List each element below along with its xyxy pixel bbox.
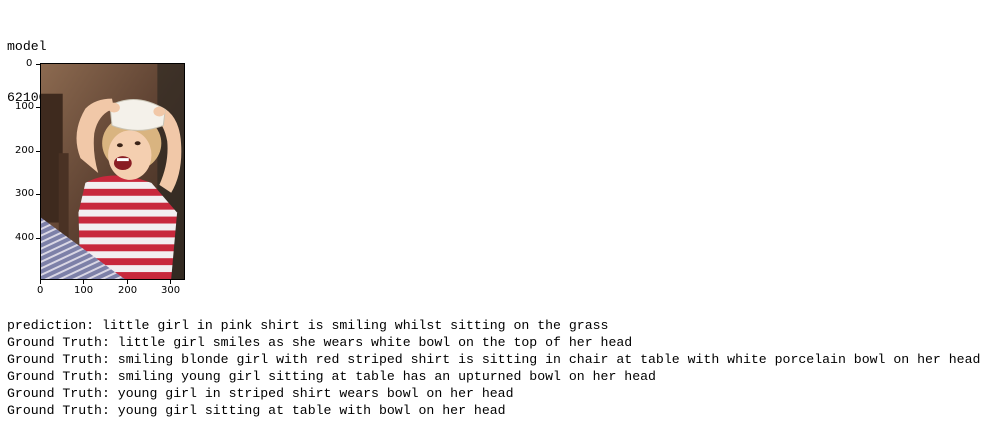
x-tick-label: 0 (37, 285, 44, 296)
caption-list: prediction: little girl in pink shirt is… (7, 317, 997, 419)
y-tick-label: 0 (26, 58, 33, 69)
y-tick-label: 300 (15, 188, 35, 199)
ground-truth-caption: Ground Truth: little girl smiles as she … (7, 335, 633, 350)
x-tick-label: 200 (118, 285, 138, 296)
x-tick-mark (83, 280, 84, 284)
ground-truth-caption: Ground Truth: young girl in striped shir… (7, 386, 514, 401)
x-tick-label: 100 (74, 285, 94, 296)
x-tick-mark (170, 280, 171, 284)
x-tick-label: 300 (161, 285, 181, 296)
y-tick-label: 100 (15, 101, 35, 112)
photo-frame (40, 63, 185, 280)
y-tick-label: 400 (15, 232, 35, 243)
child-photo (41, 64, 184, 279)
x-tick-mark (40, 280, 41, 284)
y-tick-label: 200 (15, 145, 35, 156)
ground-truth-caption: Ground Truth: young girl sitting at tabl… (7, 403, 506, 418)
image-figure: 0 100 200 300 400 0 100 200 300 (0, 52, 200, 302)
prediction-caption: prediction: little girl in pink shirt is… (7, 318, 609, 333)
ground-truth-caption: Ground Truth: smiling blonde girl with r… (7, 352, 981, 367)
ground-truth-caption: Ground Truth: smiling young girl sitting… (7, 369, 656, 384)
x-tick-mark (127, 280, 128, 284)
